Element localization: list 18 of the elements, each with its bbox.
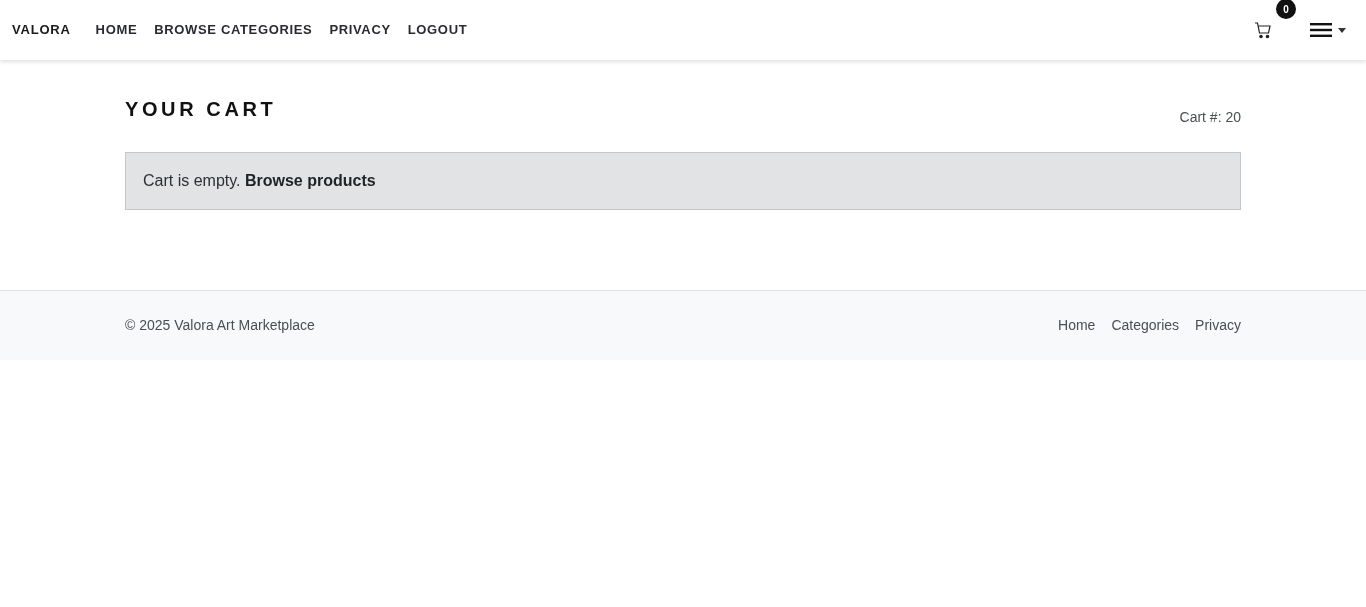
menu-button[interactable] (1310, 23, 1346, 37)
page-title: YOUR CART (125, 97, 277, 121)
caret-icon (1338, 27, 1346, 33)
empty-cart-message: Cart is empty. Browse products (143, 171, 376, 191)
browse-products-link[interactable]: Browse products (244, 172, 376, 189)
footer-link[interactable]: Privacy (1195, 315, 1241, 336)
brand-link[interactable]: VALORA (12, 20, 71, 40)
nav-link[interactable]: PRIVACY (329, 20, 391, 40)
footer-link[interactable]: Categories (1111, 315, 1180, 336)
copyright-text: © 2025 Valora Art Marketplace (125, 316, 315, 335)
nav-link[interactable]: LOGOUT (407, 20, 468, 40)
nav-link[interactable]: HOME (95, 20, 138, 40)
cart-number: Cart #: 20 (1179, 108, 1241, 127)
cart-count-badge: 0 (1276, 0, 1296, 19)
cart-icon (1254, 21, 1272, 39)
nav-link[interactable]: BROWSE CATEGORIES (154, 20, 313, 40)
menu-icon (1310, 23, 1332, 37)
footer-link[interactable]: Home (1058, 315, 1096, 336)
